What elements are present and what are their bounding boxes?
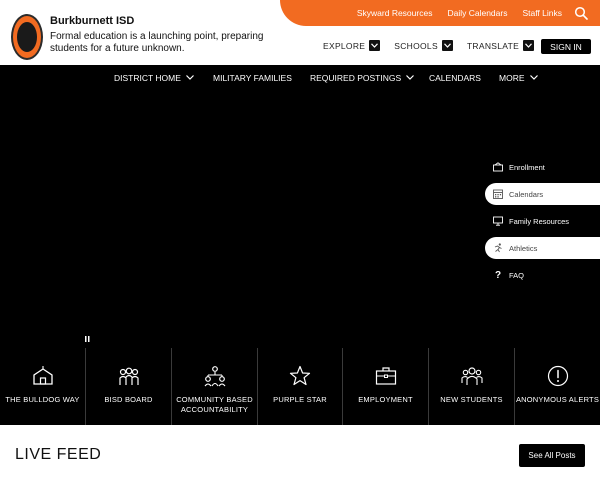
runner-icon — [494, 243, 502, 253]
chevron-down-icon — [185, 75, 194, 80]
nav-district-home-label: DISTRICT HOME — [114, 72, 181, 83]
nav-calendars-label: CALENDARS — [429, 72, 481, 83]
explore-dropdown[interactable]: EXPLORE — [323, 40, 381, 51]
quick-menu-faq[interactable]: ? FAQ — [485, 264, 600, 286]
tile-anonymous-alerts[interactable]: ANONYMOUS ALERTS — [515, 348, 600, 425]
tile-new-students[interactable]: NEW STUDENTS — [429, 348, 514, 425]
nav-more[interactable]: MORE — [499, 65, 538, 90]
alert-icon — [547, 365, 568, 387]
tile-purple-star[interactable]: PURPLE STAR — [258, 348, 342, 425]
quick-menu-calendars[interactable]: Calendars — [485, 183, 600, 205]
quicklinks: Skyward Resources Daily Calendars Staff … — [357, 0, 562, 26]
district-logo[interactable] — [11, 14, 43, 60]
chevron-down-icon — [523, 40, 535, 51]
tile-label: BISD BOARD — [104, 395, 153, 404]
quick-menu-athletics[interactable]: Athletics — [485, 237, 600, 259]
quick-menu-enrollment[interactable]: Enrollment — [485, 156, 600, 178]
nav-required-postings-label: REQUIRED POSTINGS — [310, 72, 402, 83]
tile-bisd-board[interactable]: BISD BOARD — [86, 348, 171, 425]
chevron-down-icon — [406, 75, 415, 80]
see-all-posts-button[interactable]: See All Posts — [519, 444, 585, 467]
nav-district-home[interactable]: DISTRICT HOME — [114, 65, 194, 90]
district-name[interactable]: Burkburnett ISD — [50, 15, 134, 27]
chevron-down-icon — [529, 75, 538, 80]
chevron-down-icon — [441, 40, 453, 51]
explore-label: EXPLORE — [323, 40, 366, 51]
header-nav: EXPLORE SCHOOLS TRANSLATE — [323, 40, 535, 51]
tile-label: ANONYMOUS ALERTS — [515, 395, 600, 404]
tile-community-based-accountability[interactable]: COMMUNITY BASED ACCOUNTABILITY — [172, 348, 257, 425]
quick-menu-family-resources[interactable]: Family Resources — [485, 210, 600, 232]
quick-menu-family-resources-label: Family Resources — [509, 216, 570, 226]
nav-military-families-label: MILITARY FAMILIES — [213, 72, 292, 83]
quick-menu: Enrollment Calendars Family Resources At… — [485, 156, 600, 291]
schools-dropdown[interactable]: SCHOOLS — [394, 40, 453, 51]
school-building-icon — [32, 366, 53, 385]
nav-calendars[interactable]: CALENDARS — [429, 65, 481, 90]
bulldog-emblem — [17, 22, 37, 52]
tile-label: COMMUNITY BASED ACCOUNTABILITY — [176, 395, 253, 414]
tile-label: EMPLOYMENT — [358, 395, 413, 404]
tile-employment[interactable]: EMPLOYMENT — [343, 348, 428, 425]
nav-required-postings[interactable]: REQUIRED POSTINGS — [310, 65, 415, 90]
quick-menu-athletics-label: Athletics — [509, 243, 538, 253]
sign-in-button[interactable]: SIGN IN — [541, 39, 591, 54]
pause-icon[interactable] — [85, 336, 90, 342]
quick-menu-calendars-label: Calendars — [509, 189, 544, 199]
tile-label: THE BULLDOG WAY — [5, 395, 80, 404]
quick-menu-enrollment-label: Enrollment — [509, 162, 545, 172]
quicklink-daily-calendars[interactable]: Daily Calendars — [447, 8, 507, 18]
hierarchy-icon — [204, 366, 225, 387]
nav-more-label: MORE — [499, 72, 525, 83]
main-nav: DISTRICT HOME MILITARY FAMILIES REQUIRED… — [0, 65, 600, 90]
quick-menu-faq-label: FAQ — [509, 270, 525, 280]
nav-military-families[interactable]: MILITARY FAMILIES — [213, 65, 292, 90]
tile-label: PURPLE STAR — [273, 395, 327, 404]
translate-label: TRANSLATE — [466, 40, 520, 51]
students-icon — [460, 367, 483, 385]
calendar-icon — [493, 189, 503, 199]
live-feed-title: LIVE FEED — [15, 446, 102, 463]
star-icon — [289, 365, 311, 386]
search-icon[interactable] — [574, 6, 588, 20]
schools-label: SCHOOLS — [394, 40, 438, 51]
tile-the-bulldog-way[interactable]: THE BULLDOG WAY — [0, 348, 85, 425]
group-icon — [118, 367, 139, 385]
live-feed-section: LIVE FEED See All Posts — [0, 425, 600, 480]
briefcase-icon — [375, 367, 396, 385]
monitor-icon — [493, 216, 503, 226]
quicklink-staff-links[interactable]: Staff Links — [522, 8, 562, 18]
question-icon: ? — [494, 269, 502, 281]
quick-links-icon-bar: THE BULLDOG WAY BISD BOARD COMMUNITY BAS… — [0, 348, 600, 425]
enrollment-icon — [493, 162, 503, 172]
site-header: Skyward Resources Daily Calendars Staff … — [0, 0, 600, 65]
translate-dropdown[interactable]: TRANSLATE — [466, 40, 535, 51]
district-tagline: Formal education is a launching point, p… — [50, 31, 264, 54]
quicklink-skyward-resources[interactable]: Skyward Resources — [357, 8, 433, 18]
tile-label: NEW STUDENTS — [440, 395, 503, 404]
chevron-down-icon — [369, 40, 381, 51]
